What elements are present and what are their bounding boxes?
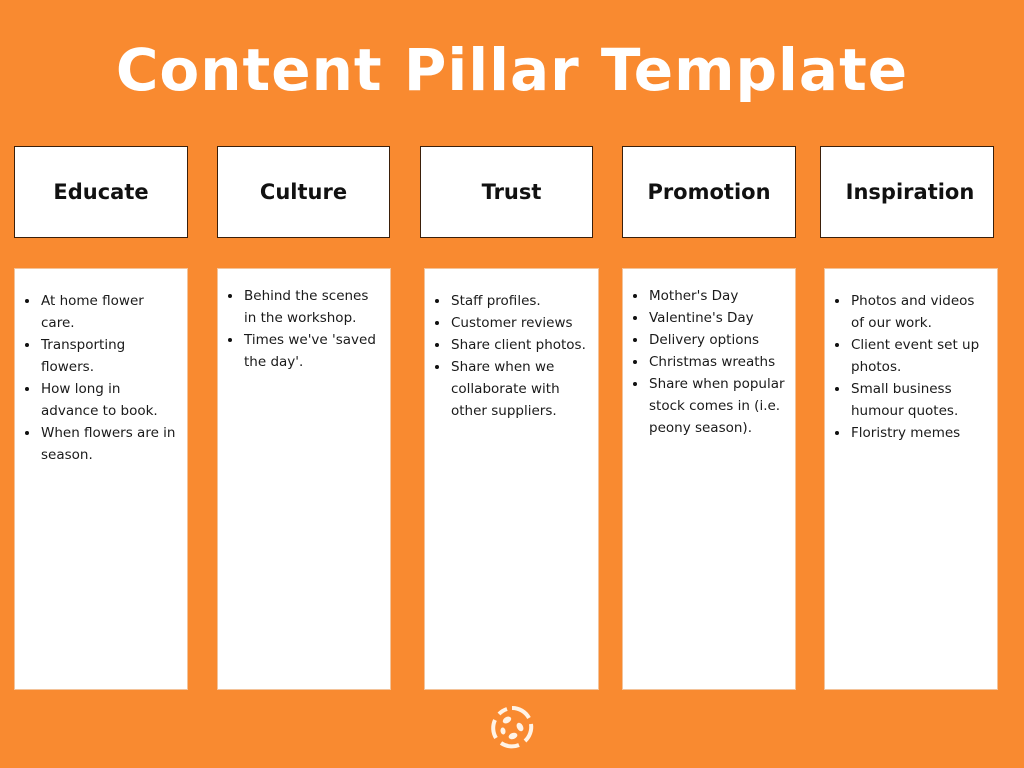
list-item: Share client photos. (435, 334, 592, 356)
list-item: Valentine's Day (633, 307, 789, 329)
list-item: Times we've 'saved the day'. (228, 329, 384, 373)
pillar-heading: Culture (259, 180, 348, 204)
list-item: Transporting flowers. (25, 334, 181, 378)
list-item: How long in advance to book. (25, 378, 181, 422)
list-item: Floristry memes (835, 422, 991, 444)
pillar-list: Photos and videos of our work. Client ev… (825, 269, 997, 444)
pillar-column-culture: Behind the scenes in the workshop. Times… (217, 268, 391, 690)
list-item: Share when popular stock comes in (i.e. … (633, 373, 789, 439)
list-item: Photos and videos of our work. (835, 290, 991, 334)
list-item: Christmas wreaths (633, 351, 789, 373)
page-title: Content Pillar Template (115, 36, 909, 104)
pillar-header-educate: Educate (14, 146, 188, 238)
list-item: Client event set up photos. (835, 334, 991, 378)
pillar-column-promotion: Mother's Day Valentine's Day Delivery op… (622, 268, 796, 690)
pillar-column-educate: At home flower care. Transporting flower… (14, 268, 188, 690)
pillar-column-inspiration: Photos and videos of our work. Client ev… (824, 268, 998, 690)
list-item: Delivery options (633, 329, 789, 351)
circular-brand-logo-icon (489, 704, 535, 750)
pillar-header-promotion: Promotion (622, 146, 796, 238)
pillar-list: Staff profiles. Customer reviews Share c… (425, 269, 598, 422)
list-item: Customer reviews (435, 312, 592, 334)
pillar-column-trust: Staff profiles. Customer reviews Share c… (424, 268, 599, 690)
pillar-list: Mother's Day Valentine's Day Delivery op… (623, 269, 795, 439)
pillar-heading: Educate (53, 180, 149, 204)
list-item: Mother's Day (633, 285, 789, 307)
list-item: Staff profiles. (435, 290, 592, 312)
pillar-header-trust: Trust (420, 146, 593, 238)
pillar-list: At home flower care. Transporting flower… (15, 269, 187, 466)
pillar-heading: Trust (481, 180, 542, 204)
pillar-heading: Promotion (647, 180, 771, 204)
list-item: When flowers are in season. (25, 422, 181, 466)
pillar-heading: Inspiration (845, 180, 975, 204)
list-item: At home flower care. (25, 290, 181, 334)
list-item: Behind the scenes in the workshop. (228, 285, 384, 329)
pillar-header-inspiration: Inspiration (820, 146, 994, 238)
pillar-list: Behind the scenes in the workshop. Times… (218, 269, 390, 373)
pillar-header-culture: Culture (217, 146, 390, 238)
list-item: Share when we collaborate with other sup… (435, 356, 592, 422)
list-item: Small business humour quotes. (835, 378, 991, 422)
